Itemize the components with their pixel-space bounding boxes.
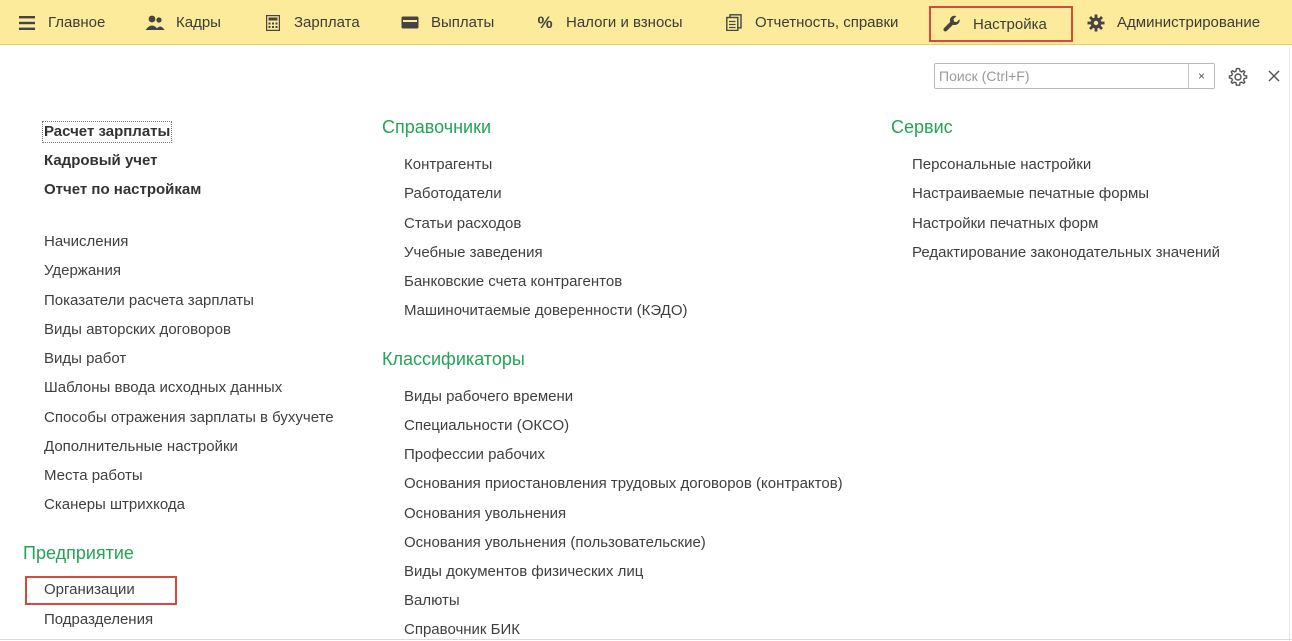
link-workplaces[interactable]: Места работы (44, 467, 143, 485)
settings-icon (1228, 67, 1248, 86)
link-work-types[interactable]: Виды работ (44, 350, 126, 368)
tab-label: Выплаты (431, 14, 495, 31)
tab-taxes[interactable]: % Налоги и взносы (534, 0, 683, 45)
tab-label: Отчетность, справки (755, 14, 899, 31)
link-currencies[interactable]: Валюты (404, 592, 460, 610)
gear-icon (1085, 14, 1107, 32)
people-icon (144, 15, 166, 31)
link-organizations[interactable]: Организации (44, 581, 135, 599)
link-dismissal-grounds-custom[interactable]: Основания увольнения (пользовательские) (404, 534, 706, 552)
settings-gear-button[interactable] (1228, 67, 1248, 87)
tab-administration[interactable]: Администрирование (1085, 0, 1260, 45)
link-employers[interactable]: Работодатели (404, 185, 502, 203)
tab-label: Главное (48, 14, 106, 31)
search-box: × (934, 63, 1215, 89)
link-bik-directory[interactable]: Справочник БИК (404, 621, 520, 639)
link-departments[interactable]: Подразделения (44, 611, 153, 629)
hamburger-menu-icon (16, 15, 38, 30)
link-custom-print-forms[interactable]: Настраиваемые печатные формы (912, 185, 1149, 203)
link-additional-settings[interactable]: Дополнительные настройки (44, 438, 238, 456)
link-hr-accounting[interactable]: Кадровый учет (44, 152, 158, 170)
link-barcode-scanners[interactable]: Сканеры штрихкода (44, 496, 185, 514)
link-author-contract-types[interactable]: Виды авторских договоров (44, 321, 231, 339)
link-personal-settings[interactable]: Персональные настройки (912, 156, 1091, 174)
link-machine-readable-powers[interactable]: Машиночитаемые доверенности (КЭДО) (404, 302, 687, 320)
tab-label: Налоги и взносы (566, 14, 683, 31)
tab-label: Кадры (176, 14, 221, 31)
link-settings-report[interactable]: Отчет по настройкам (44, 181, 201, 199)
calculator-icon (262, 14, 284, 31)
tab-reports[interactable]: Отчетность, справки (723, 0, 898, 45)
link-legislative-values-editing[interactable]: Редактирование законодательных значений (912, 244, 1220, 262)
link-worker-professions[interactable]: Профессии рабочих (404, 446, 545, 464)
tab-settings[interactable]: Настройка (929, 6, 1073, 42)
link-input-templates[interactable]: Шаблоны ввода исходных данных (44, 379, 282, 397)
link-dismissal-grounds[interactable]: Основания увольнения (404, 505, 566, 523)
percent-icon: % (537, 12, 553, 32)
search-input[interactable] (935, 64, 1189, 88)
section-classifiers-title: Классификаторы (382, 349, 525, 369)
link-deductions[interactable]: Удержания (44, 262, 121, 280)
tab-label: Администрирование (1117, 14, 1261, 31)
section-directories-title: Справочники (382, 117, 492, 137)
link-payroll-calculation[interactable]: Расчет зарплаты (41, 121, 173, 143)
link-print-form-settings[interactable]: Настройки печатных форм (912, 215, 1098, 233)
link-expense-items[interactable]: Статьи расходов (404, 215, 521, 233)
documents-icon (723, 14, 745, 31)
link-identity-document-types[interactable]: Виды документов физических лиц (404, 563, 643, 581)
link-payroll-indicators[interactable]: Показатели расчета зарплаты (44, 292, 254, 310)
link-counterparties[interactable]: Контрагенты (404, 156, 492, 174)
section-enterprise-title: Предприятие (23, 543, 134, 563)
link-contract-suspension-grounds[interactable]: Основания приостановления трудовых догов… (404, 475, 843, 493)
tab-label: Настройка (973, 15, 1047, 33)
wrench-icon (941, 15, 963, 33)
tab-label: Зарплата (294, 14, 360, 31)
close-icon (1268, 70, 1280, 82)
link-counterparty-bank-accounts[interactable]: Банковские счета контрагентов (404, 273, 622, 291)
tab-personnel[interactable]: Кадры (144, 0, 221, 45)
scrollbar-track (1289, 46, 1290, 641)
link-working-time-types[interactable]: Виды рабочего времени (404, 388, 573, 406)
tab-main[interactable]: Главное (16, 0, 105, 45)
bottom-divider (0, 639, 1292, 640)
tab-salary[interactable]: Зарплата (262, 0, 360, 45)
link-educational-institutions[interactable]: Учебные заведения (404, 244, 543, 262)
tab-payments[interactable]: Выплаты (399, 0, 494, 45)
close-button[interactable] (1266, 68, 1282, 84)
link-specialties-okso[interactable]: Специальности (ОКСО) (404, 417, 569, 435)
clear-search-button[interactable]: × (1188, 64, 1214, 88)
link-accruals[interactable]: Начисления (44, 233, 128, 251)
main-menu-bar: Главное Кадры Зарплата Выплаты % Налоги … (0, 0, 1292, 45)
wallet-icon (399, 16, 421, 29)
section-service-title: Сервис (891, 117, 953, 137)
link-salary-accounting-methods[interactable]: Способы отражения зарплаты в бухучете (44, 409, 334, 427)
